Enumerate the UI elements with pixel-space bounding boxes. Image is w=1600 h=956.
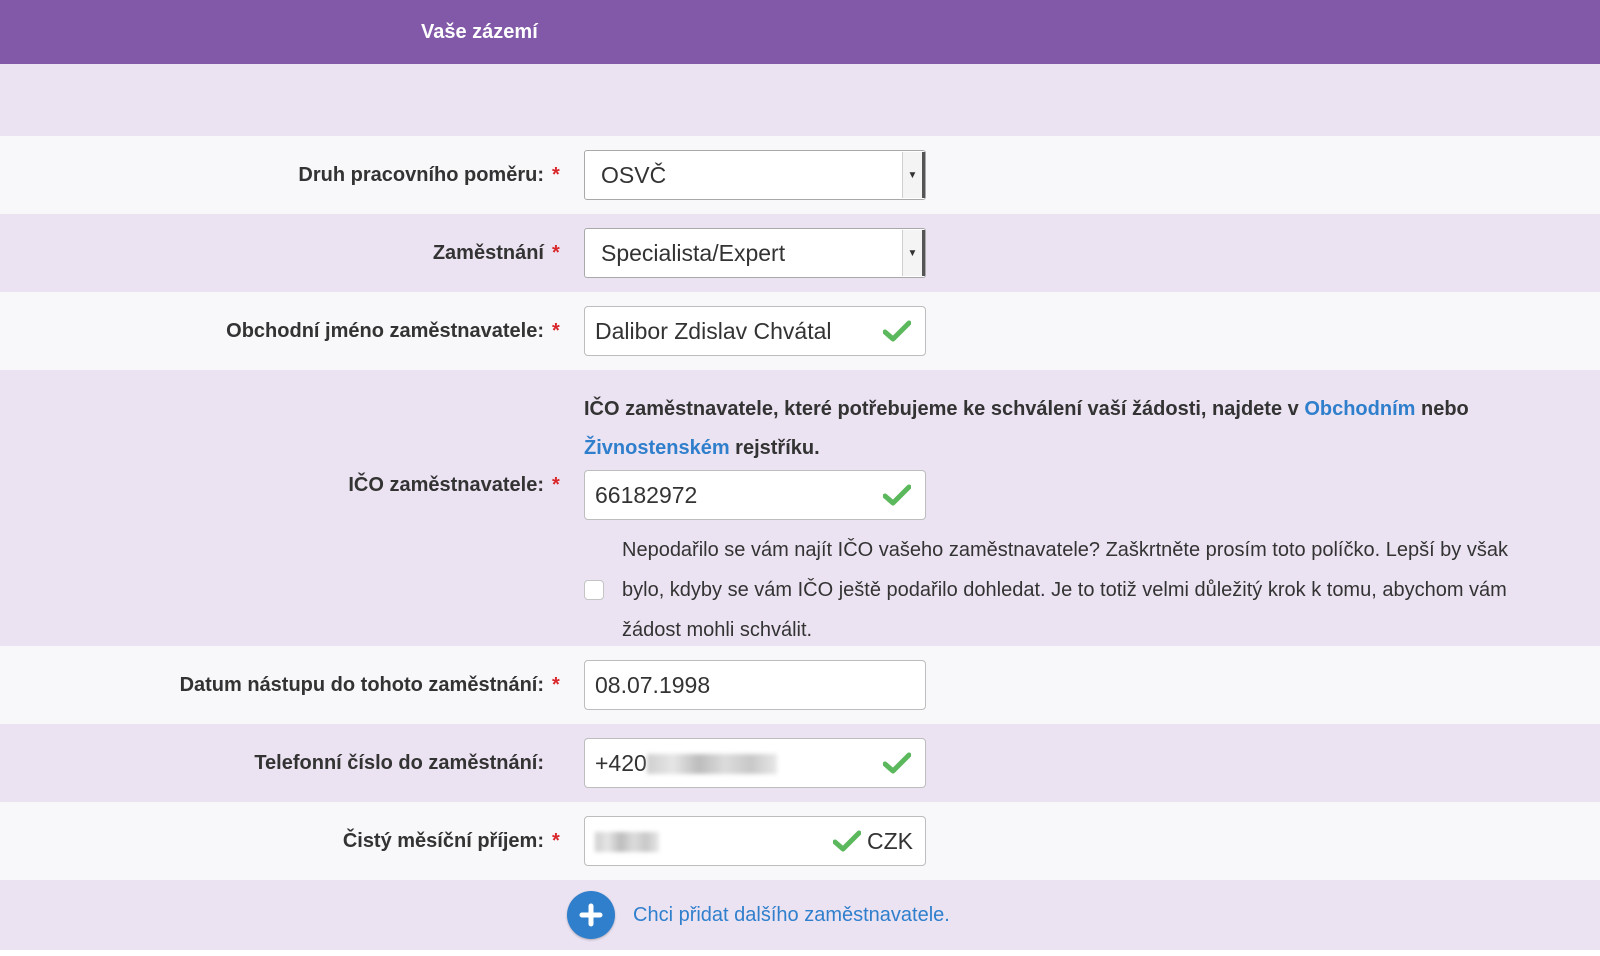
section-title: Vaše zázemí — [421, 20, 538, 43]
start-date-input[interactable]: 08.07.1998 — [584, 660, 926, 710]
section-header: Vaše zázemí — [0, 0, 1600, 64]
occupation-select[interactable]: Specialista/Expert ▼ — [584, 228, 926, 278]
employer-name-value: Dalibor Zdislav Chvátal — [595, 317, 832, 344]
row-ico: IČO zaměstnavatele: * IČO zaměstnavatele… — [0, 370, 1600, 646]
spacer-band — [0, 64, 1600, 136]
plus-circle-icon[interactable] — [567, 891, 615, 939]
employer-name-input[interactable]: Dalibor Zdislav Chvátal — [584, 306, 926, 356]
work-phone-label: Telefonní číslo do zaměstnání: — [254, 751, 544, 774]
row-work-phone: Telefonní číslo do zaměstnání: +420 — [0, 724, 1600, 802]
phone-prefix: +420 — [595, 749, 647, 776]
currency-label: CZK — [867, 827, 913, 854]
redacted-phone-number — [646, 754, 777, 775]
required-marker: * — [552, 319, 560, 342]
net-income-label: Čistý měsíční příjem: — [342, 829, 544, 852]
row-employment-type: Druh pracovního poměru: * OSVČ ▼ — [0, 136, 1600, 214]
occupation-value: Specialista/Expert — [601, 239, 786, 266]
employment-type-select[interactable]: OSVČ ▼ — [584, 150, 926, 200]
checkmark-icon — [877, 752, 917, 774]
ico-input[interactable]: 66182972 — [584, 470, 926, 520]
required-marker: * — [552, 163, 560, 186]
ico-not-found-checkbox[interactable] — [584, 580, 604, 600]
redacted-income-value — [595, 832, 659, 853]
obchodni-rejstrik-link[interactable]: Obchodním — [1304, 398, 1415, 420]
ico-label: IČO zaměstnavatele: — [348, 474, 544, 496]
row-start-date: Datum nástupu do tohoto zaměstnání: * 08… — [0, 646, 1600, 724]
row-employer-name: Obchodní jméno zaměstnavatele: * Dalibor… — [0, 292, 1600, 370]
required-marker: * — [552, 829, 560, 852]
row-net-income: Čistý měsíční příjem: * CZK — [0, 802, 1600, 880]
checkmark-icon — [877, 320, 917, 342]
zivnostensky-rejstrik-link[interactable]: Živnostenském — [584, 437, 730, 459]
occupation-label: Zaměstnání — [432, 241, 544, 264]
checkmark-icon — [877, 484, 917, 506]
required-marker: * — [552, 241, 560, 264]
checkmark-icon — [827, 830, 867, 852]
ico-help-text: IČO zaměstnavatele, které potřebujeme ke… — [584, 398, 1469, 459]
caret-down-icon[interactable]: ▼ — [902, 152, 925, 198]
work-phone-input[interactable]: +420 — [584, 738, 926, 788]
add-employer-link[interactable]: Chci přidat dalšího zaměstnavatele. — [633, 904, 950, 927]
required-marker: * — [552, 474, 560, 496]
employment-type-label: Druh pracovního poměru: — [298, 163, 544, 186]
caret-down-icon[interactable]: ▼ — [902, 230, 925, 276]
start-date-label: Datum nástupu do tohoto zaměstnání: — [179, 673, 544, 696]
ico-not-found-option: Nepodařilo se vám najít IČO vašeho zaměs… — [584, 530, 1564, 650]
add-employer-row: Chci přidat dalšího zaměstnavatele. — [0, 880, 1600, 950]
employment-type-value: OSVČ — [601, 161, 667, 188]
ico-not-found-text: Nepodařilo se vám najít IČO vašeho zaměs… — [622, 539, 1508, 641]
employer-name-label: Obchodní jméno zaměstnavatele: — [226, 319, 544, 342]
ico-value: 66182972 — [595, 481, 698, 508]
start-date-value: 08.07.1998 — [595, 671, 711, 698]
required-marker: * — [552, 673, 560, 696]
net-income-input[interactable]: CZK — [584, 816, 926, 866]
row-occupation: Zaměstnání * Specialista/Expert ▼ — [0, 214, 1600, 292]
